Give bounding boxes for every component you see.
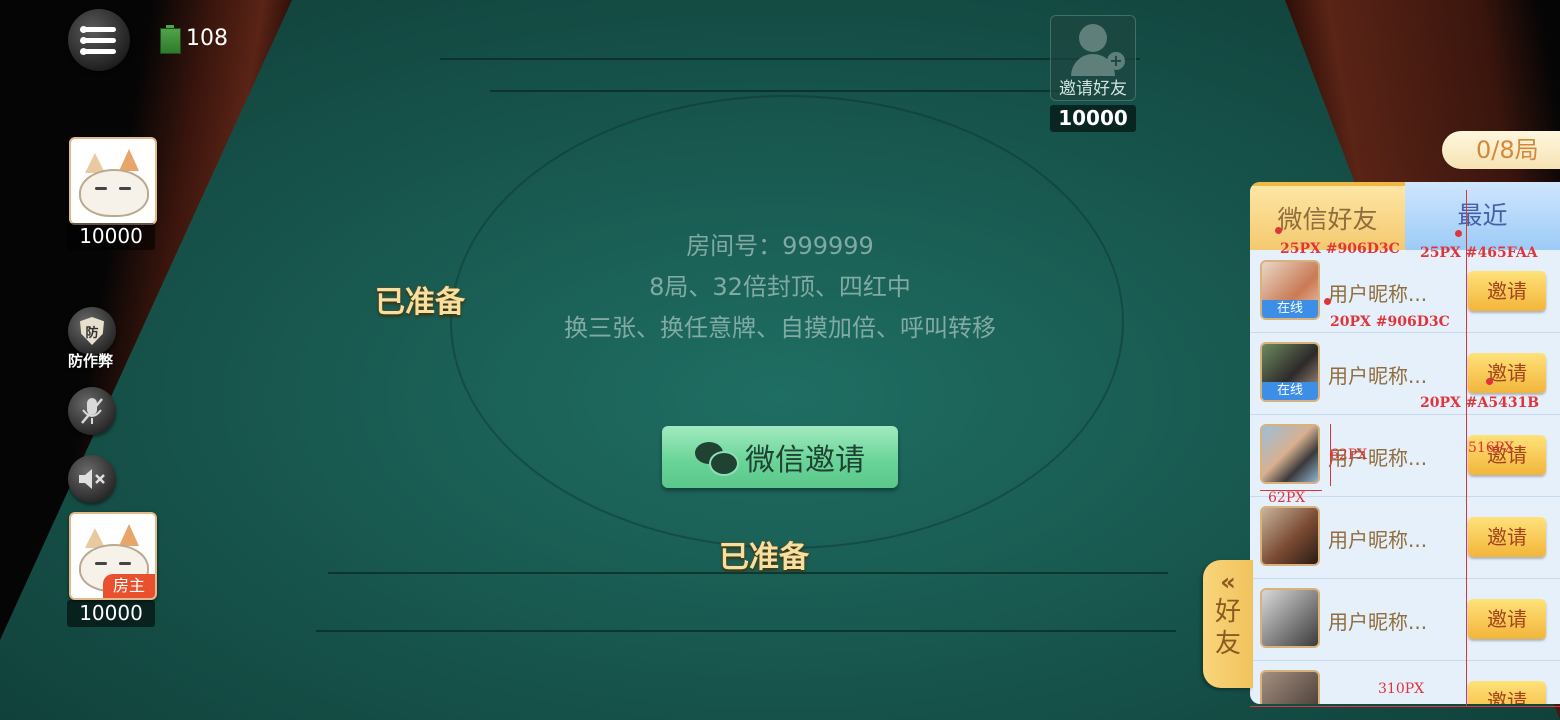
- self-ready: 已准备: [719, 540, 809, 575]
- wechat-icon: [695, 440, 739, 476]
- cat-avatar-icon: [79, 169, 149, 217]
- room-options: 换三张、换任意牌、自摸加倍、呼叫转移: [564, 314, 996, 342]
- wechat-invite-button[interactable]: 微信邀请: [662, 426, 898, 488]
- annotation-avatar-width: 62PX: [1268, 490, 1306, 506]
- table-frame-top: [440, 58, 1140, 60]
- friend-name: 用户昵称...: [1328, 282, 1428, 306]
- invite-button[interactable]: 邀请: [1468, 271, 1546, 311]
- annotation-guide: [1250, 706, 1560, 707]
- friend-name: 用户昵称...: [1328, 364, 1428, 388]
- invite-button[interactable]: 邀请: [1468, 599, 1546, 639]
- table-frame-outer-bottom: [316, 630, 1176, 632]
- invite-button[interactable]: 邀请: [1468, 353, 1546, 393]
- friend-row: 用户昵称... 邀请: [1250, 578, 1560, 661]
- self-player-avatar[interactable]: 房主: [69, 512, 157, 600]
- friend-avatar: [1260, 424, 1320, 484]
- online-badge: 在线: [1262, 300, 1318, 318]
- annotation-guide: [1466, 190, 1467, 706]
- anti-cheat-button[interactable]: 防: [68, 307, 116, 355]
- tab-wechat-friends[interactable]: 微信好友: [1250, 182, 1405, 250]
- friend-name: 用户昵称...: [1328, 528, 1428, 552]
- anti-cheat-label: 防作弊: [68, 352, 114, 370]
- invite-button[interactable]: 邀请: [1468, 681, 1546, 704]
- top-seat-score: 10000: [1050, 105, 1136, 132]
- battery-icon: [160, 25, 181, 54]
- room-info: 房间号：999999 8局、32倍封顶、四红中 换三张、换任意牌、自摸加倍、呼叫…: [490, 226, 1070, 349]
- menu-button[interactable]: [68, 9, 130, 71]
- sound-button[interactable]: [68, 455, 116, 503]
- friend-row: 用户昵称... 邀请: [1250, 496, 1560, 579]
- friend-avatar: [1260, 670, 1320, 704]
- annotation-row-width: 516PX: [1468, 440, 1515, 456]
- annotation-invite-spec: 20PX #A5431B: [1420, 395, 1540, 411]
- online-badge: 在线: [1262, 382, 1318, 400]
- annotation-panel-width: 310PX: [1378, 681, 1425, 697]
- friend-avatar: [1260, 588, 1320, 648]
- annotation-avatar-height: 62PX: [1330, 447, 1368, 463]
- left-seat-ready: 已准备: [375, 285, 465, 320]
- annotation-tab-recent: 25PX #465FAA: [1420, 245, 1538, 261]
- self-player-score: 10000: [67, 600, 155, 627]
- invite-friend-slot[interactable]: + 邀请好友: [1050, 15, 1136, 101]
- table-frame-inner-top: [490, 90, 1090, 92]
- speaker-muted-icon: [79, 469, 105, 489]
- menu-icon: [80, 25, 116, 33]
- round-counter: 0/8局: [1442, 131, 1560, 169]
- annotation-name-spec: 20PX #906D3C: [1330, 314, 1450, 330]
- invite-friend-label: 邀请好友: [1059, 79, 1127, 99]
- annotation-tab-wx: 25PX #906D3C: [1280, 241, 1400, 257]
- friend-avatar: 在线: [1260, 342, 1320, 402]
- double-chevron-left-icon: «: [1220, 568, 1236, 596]
- user-add-icon: [1079, 24, 1107, 52]
- friend-avatar: 在线: [1260, 260, 1320, 320]
- mic-off-icon: [81, 398, 103, 424]
- voice-button[interactable]: [68, 387, 116, 435]
- tab-recent[interactable]: 最近: [1405, 182, 1560, 250]
- friends-drawer-toggle[interactable]: « 好 友: [1203, 560, 1253, 688]
- battery-value: 108: [186, 26, 228, 51]
- wechat-invite-label: 微信邀请: [745, 443, 865, 478]
- host-badge: 房主: [103, 574, 155, 598]
- top-player-avatar[interactable]: [69, 137, 157, 225]
- shield-icon: 防: [80, 317, 104, 345]
- top-player-score: 10000: [67, 223, 155, 250]
- invite-button[interactable]: 邀请: [1468, 517, 1546, 557]
- friend-avatar: [1260, 506, 1320, 566]
- room-rules: 8局、32倍封顶、四红中: [649, 273, 911, 301]
- room-number: 房间号：999999: [686, 232, 874, 260]
- friend-name: 用户昵称...: [1328, 610, 1428, 634]
